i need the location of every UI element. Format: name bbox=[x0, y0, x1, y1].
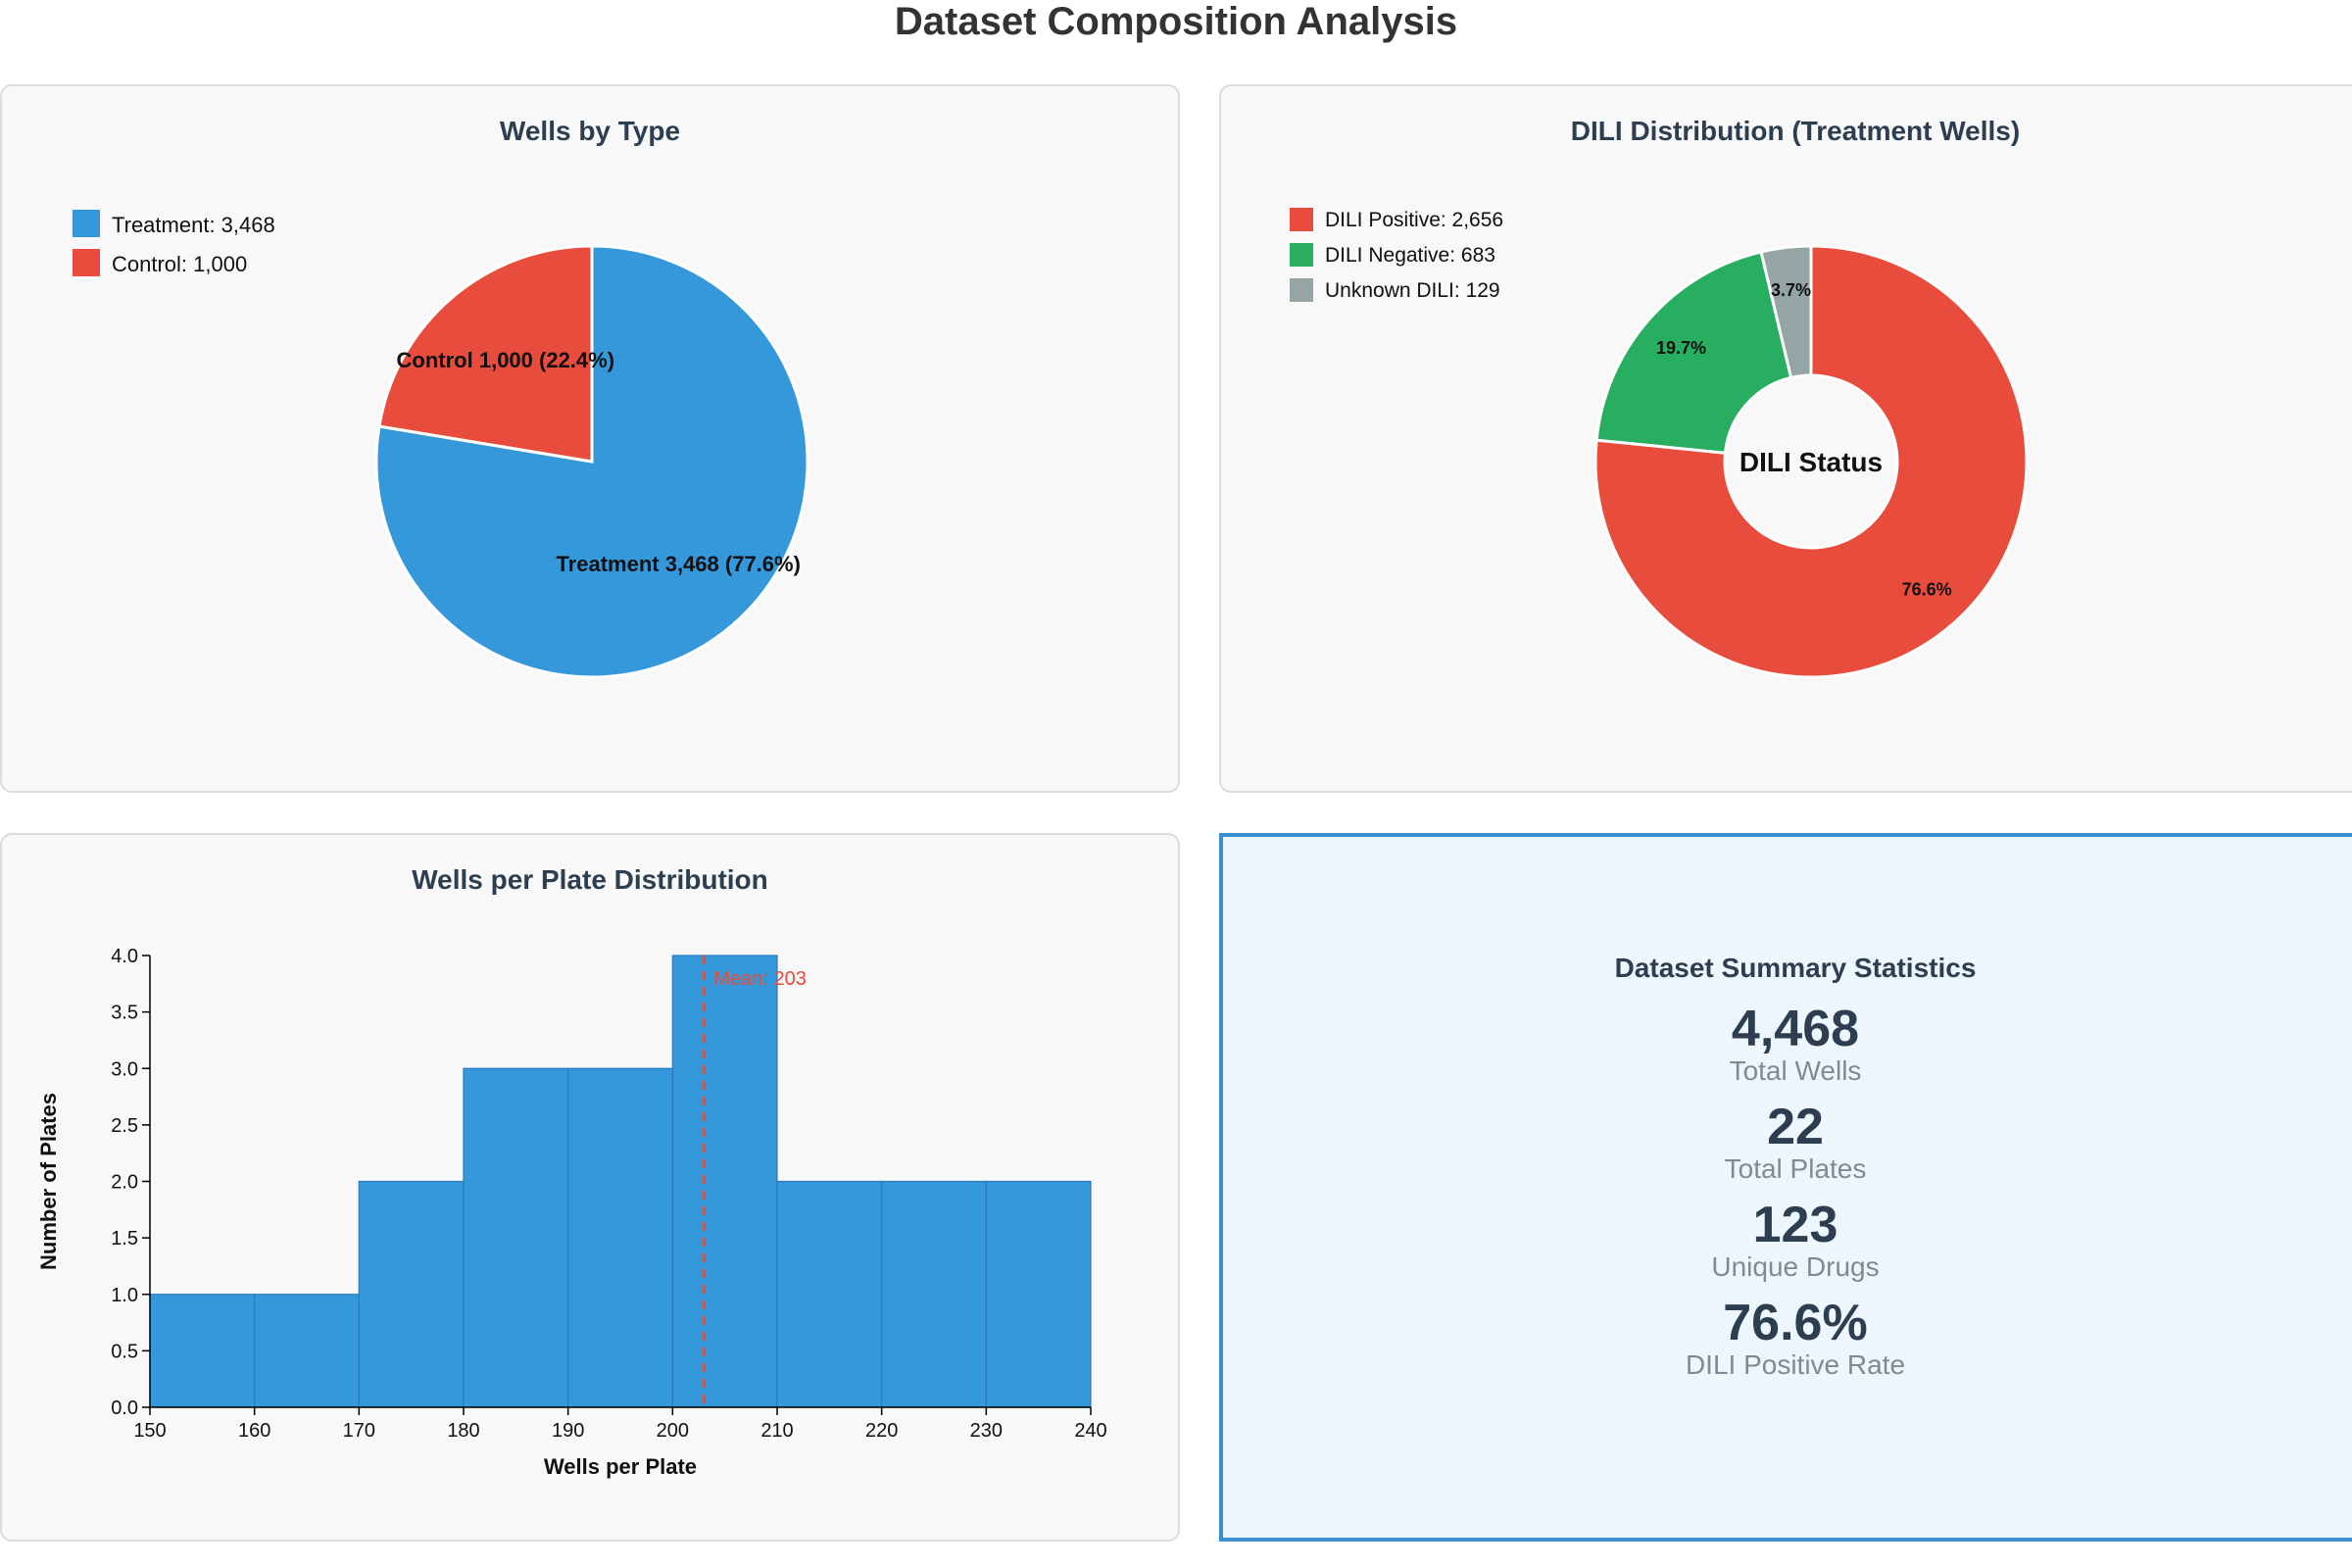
stat-label: DILI Positive Rate bbox=[1685, 1349, 1906, 1380]
donut-label-dili-positive: 76.6% bbox=[1902, 579, 1952, 599]
legend-label-dili-negative: DILI Negative: 683 bbox=[1325, 244, 1495, 267]
y-tick-label: 4.0 bbox=[111, 946, 138, 967]
legend-swatch-unknown-dili bbox=[1290, 278, 1313, 302]
x-tick-label: 150 bbox=[133, 1420, 166, 1442]
histogram-bar bbox=[985, 1180, 1092, 1408]
donut-label-unknown-dili: 3.7% bbox=[1771, 280, 1811, 300]
legend-label-unknown-dili: Unknown DILI: 129 bbox=[1325, 279, 1500, 302]
x-tick-label: 220 bbox=[865, 1420, 898, 1442]
stat-total-plates: 22 Total Plates bbox=[1223, 1100, 2352, 1184]
histogram-bar bbox=[881, 1180, 987, 1408]
wells-per-plate-panel: Wells per Plate Distribution 150 160 170 18… bbox=[0, 833, 1180, 1542]
stat-dili-positive-rate: 76.6% DILI Positive Rate bbox=[1223, 1296, 2352, 1380]
dili-distribution-panel: DILI Distribution (Treatment Wells) 76.6… bbox=[1219, 84, 2352, 793]
histogram-bar bbox=[463, 1067, 569, 1408]
dili-donut-chart: 76.6% 19.7% 3.7% DILI Status DILI Positive: … bbox=[1290, 208, 2029, 679]
x-tick-label: 170 bbox=[343, 1420, 375, 1442]
histogram-bar bbox=[149, 1294, 256, 1408]
histogram-bar bbox=[358, 1180, 465, 1408]
stat-value: 22 bbox=[1767, 1099, 1824, 1155]
y-tick-label: 0.5 bbox=[111, 1341, 138, 1362]
stat-value: 123 bbox=[1752, 1197, 1838, 1253]
legend-swatch-treatment bbox=[73, 210, 100, 237]
y-tick-label: 3.5 bbox=[111, 1003, 138, 1024]
x-tick-label: 160 bbox=[238, 1420, 270, 1442]
summary-statistics-panel: Dataset Summary Statistics 4,468 Total W… bbox=[1219, 833, 2352, 1542]
legend-label-control: Control: 1,000 bbox=[112, 252, 247, 276]
mean-label: Mean: 203 bbox=[713, 968, 807, 990]
donut-center-label: DILI Status bbox=[1740, 447, 1883, 477]
x-tick-label: 210 bbox=[760, 1420, 793, 1442]
histogram-bar bbox=[671, 955, 778, 1408]
y-tick-label: 0.0 bbox=[111, 1397, 138, 1419]
legend-swatch-dili-positive bbox=[1290, 208, 1313, 231]
x-tick-label: 180 bbox=[447, 1420, 479, 1442]
stat-unique-drugs: 123 Unique Drugs bbox=[1223, 1198, 2352, 1282]
legend-label-dili-positive: DILI Positive: 2,656 bbox=[1325, 209, 1503, 231]
x-tick-label: 190 bbox=[552, 1420, 584, 1442]
y-tick-label: 3.0 bbox=[111, 1058, 138, 1080]
page-title: Dataset Composition Analysis bbox=[894, 0, 1458, 43]
y-tick-label: 1.5 bbox=[111, 1228, 138, 1250]
legend-swatch-control bbox=[73, 249, 100, 276]
wells-by-type-panel: Wells by Type Treatment 3,468 (77.6%) Con… bbox=[0, 84, 1180, 793]
y-tick-label: 2.0 bbox=[111, 1172, 138, 1194]
stat-label: Total Plates bbox=[1724, 1153, 1867, 1184]
summary-stats: Dataset Summary Statistics 4,468 Total W… bbox=[1223, 953, 2352, 1394]
x-tick-label: 200 bbox=[657, 1420, 689, 1442]
stat-value: 76.6% bbox=[1723, 1295, 1868, 1351]
histogram-bar bbox=[776, 1180, 883, 1408]
wells-by-type-pie-chart: Treatment 3,468 (77.6%) Control 1,000 (22… bbox=[73, 210, 809, 679]
y-tick-label: 2.5 bbox=[111, 1115, 138, 1137]
pie-label-control: Control 1,000 (22.4%) bbox=[397, 348, 615, 372]
x-tick-label: 230 bbox=[970, 1420, 1003, 1442]
stat-value: 4,468 bbox=[1731, 1001, 1860, 1057]
legend-label-treatment: Treatment: 3,468 bbox=[112, 213, 275, 237]
legend-swatch-dili-negative bbox=[1290, 243, 1313, 267]
stat-label: Total Wells bbox=[1729, 1055, 1862, 1086]
y-tick-label: 1.0 bbox=[111, 1285, 138, 1306]
summary-title: Dataset Summary Statistics bbox=[1614, 953, 1977, 983]
pie-label-treatment: Treatment 3,468 (77.6%) bbox=[556, 552, 800, 576]
x-axis-label: Wells per Plate bbox=[544, 1454, 697, 1479]
histogram-bar bbox=[254, 1294, 360, 1408]
stat-label: Unique Drugs bbox=[1711, 1251, 1880, 1282]
y-axis-label: Number of Plates bbox=[36, 1093, 61, 1270]
stat-total-wells: 4,468 Total Wells bbox=[1223, 1002, 2352, 1086]
x-tick-label: 240 bbox=[1074, 1420, 1106, 1442]
wells-per-plate-histogram: 150 160 170 180 190 200 210 220 230 240 0.0 0.5 1.0 1… bbox=[36, 946, 1107, 1479]
histogram-bar bbox=[567, 1067, 673, 1408]
donut-label-dili-negative: 19.7% bbox=[1656, 338, 1706, 358]
